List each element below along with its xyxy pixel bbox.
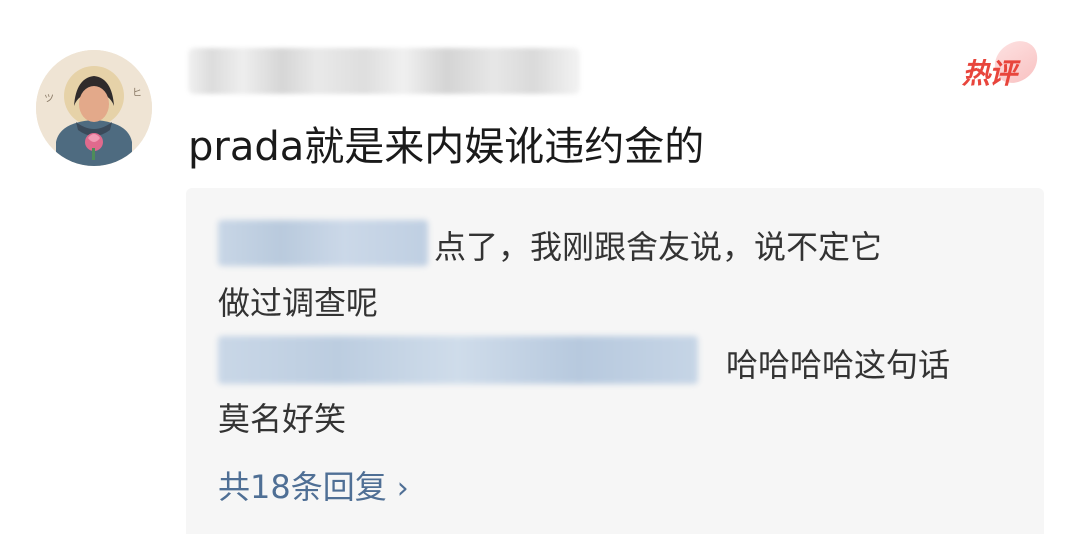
- hot-badge-label: 热评: [962, 57, 1017, 90]
- reply-text: 哈哈哈哈这句话: [726, 346, 951, 384]
- reply-text: 点了，我刚跟舍友说，说不定它: [434, 228, 883, 266]
- reply-username-blurred[interactable]: [218, 336, 698, 384]
- username-blurred[interactable]: [188, 48, 580, 94]
- reply-text: 做过调查呢: [218, 284, 379, 322]
- hot-comment-badge: 热评: [958, 37, 1042, 90]
- comment-text: prada就是来内娱讹违约金的: [188, 124, 705, 170]
- more-replies-link[interactable]: 共18条回复 ›: [218, 462, 409, 508]
- reply-text: 莫名好笑: [218, 400, 347, 438]
- chevron-right-icon: ›: [396, 471, 409, 506]
- avatar[interactable]: ツ ヒ: [36, 50, 152, 166]
- more-replies-label: 共18条回复: [218, 468, 387, 506]
- svg-text:ツ: ツ: [44, 94, 54, 105]
- reply-preview-box[interactable]: 点了，我刚跟舍友说，说不定它 做过调查呢 哈哈哈哈这句话 莫名好笑 共18条回复…: [186, 188, 1044, 534]
- svg-text:ヒ: ヒ: [132, 87, 142, 99]
- reply-username-blurred[interactable]: [218, 220, 428, 266]
